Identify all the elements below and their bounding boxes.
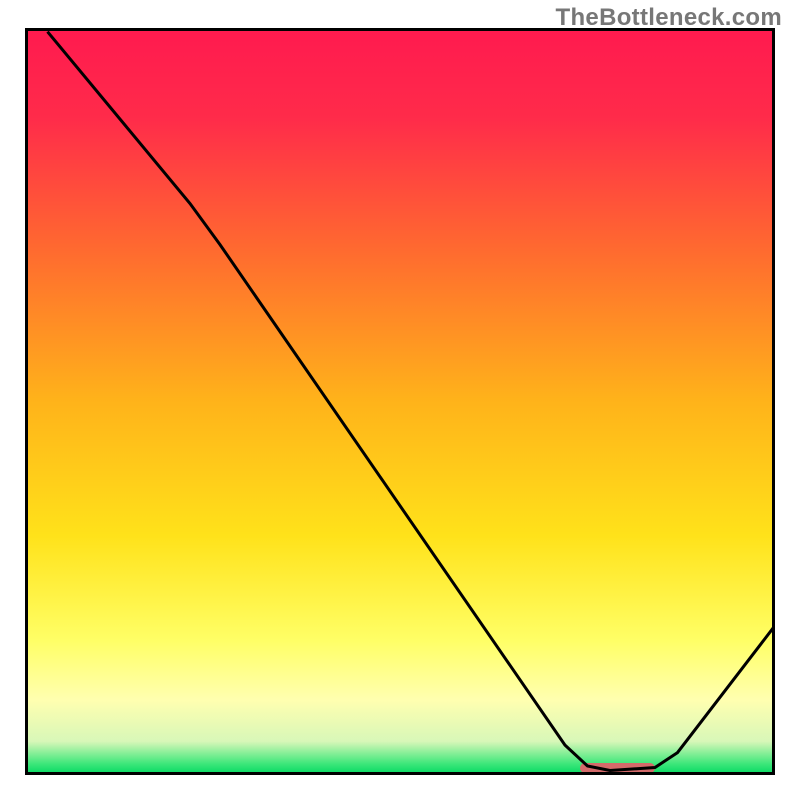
watermark-text: TheBottleneck.com — [556, 4, 782, 32]
chart-container: TheBottleneck.com — [0, 0, 800, 800]
chart-svg — [25, 28, 775, 775]
chart-plot-area — [25, 28, 775, 775]
